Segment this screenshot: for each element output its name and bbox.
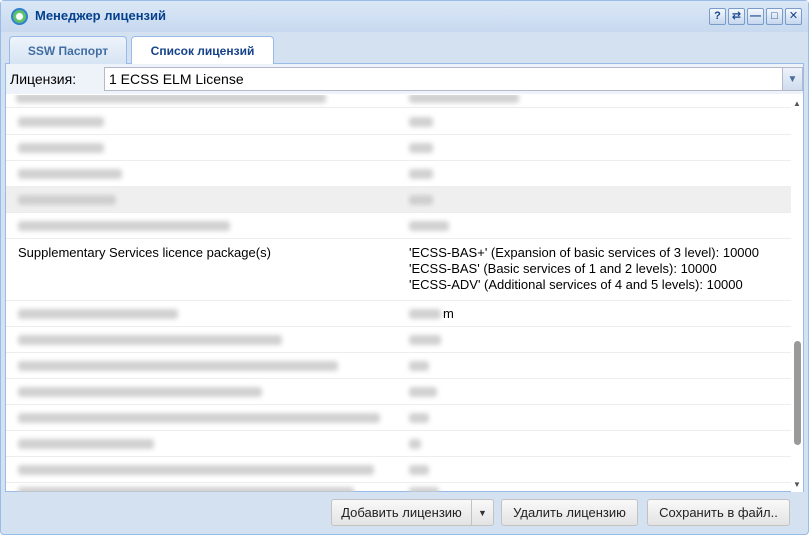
- close-icon[interactable]: ✕: [785, 8, 802, 25]
- scrollbar-thumb[interactable]: [794, 341, 801, 445]
- table-row[interactable]: [6, 109, 791, 135]
- table-row[interactable]: [6, 95, 791, 108]
- row-value-line: 'ECSS-BAS' (Basic services of 1 and 2 le…: [409, 261, 717, 276]
- table-row[interactable]: [6, 135, 791, 161]
- tab-license-list[interactable]: Список лицензий: [131, 36, 274, 65]
- window-tools: ? ⇄ — □ ✕: [709, 8, 802, 25]
- table-row[interactable]: [6, 405, 791, 431]
- add-license-label: Добавить лицензию: [341, 505, 462, 520]
- table-row[interactable]: [6, 379, 791, 405]
- window-title: Менеджер лицензий: [35, 8, 166, 23]
- chevron-down-icon[interactable]: ▼: [782, 68, 802, 90]
- table-row[interactable]: [6, 457, 791, 483]
- table-row-supplementary-services[interactable]: Supplementary Services licence package(s…: [6, 239, 791, 301]
- table-row[interactable]: [6, 353, 791, 379]
- table-row[interactable]: [6, 483, 791, 492]
- license-manager-window: Менеджер лицензий ? ⇄ — □ ✕ SSW Паспорт …: [0, 0, 809, 535]
- table-row[interactable]: [6, 161, 791, 187]
- delete-license-button[interactable]: Удалить лицензию: [501, 499, 638, 526]
- table-row[interactable]: [6, 327, 791, 353]
- tab-ssw-passport[interactable]: SSW Паспорт: [9, 36, 127, 64]
- grid-scrollbar[interactable]: ▲ ▼: [791, 95, 803, 492]
- tab-bar: SSW Паспорт Список лицензий: [5, 33, 804, 65]
- maximize-icon[interactable]: □: [766, 8, 783, 25]
- row-value-line: 'ECSS-BAS+' (Expansion of basic services…: [409, 245, 759, 260]
- license-list-panel: Лицензия: 1 ECSS ELM License ▼ Supplemen…: [5, 64, 804, 492]
- partial-value: m: [443, 306, 454, 321]
- footer-toolbar: Добавить лицензию ▼ Удалить лицензию Сох…: [1, 493, 808, 535]
- window-titlebar[interactable]: Менеджер лицензий ? ⇄ — □ ✕: [1, 1, 808, 32]
- dropdown-arrow-icon[interactable]: ▼: [471, 500, 493, 525]
- license-select[interactable]: 1 ECSS ELM License ▼: [104, 67, 803, 91]
- table-row[interactable]: [6, 187, 791, 213]
- minimize-icon[interactable]: —: [747, 8, 764, 25]
- app-icon: [11, 8, 28, 25]
- scroll-up-icon[interactable]: ▲: [793, 99, 801, 108]
- license-select-label: Лицензия:: [10, 71, 77, 87]
- help-icon[interactable]: ?: [709, 8, 726, 25]
- table-row[interactable]: [6, 213, 791, 239]
- license-select-value[interactable]: 1 ECSS ELM License: [109, 71, 244, 87]
- scroll-down-icon[interactable]: ▼: [793, 480, 801, 489]
- table-row[interactable]: m: [6, 301, 791, 327]
- license-grid: Supplementary Services licence package(s…: [6, 95, 791, 492]
- license-select-row: Лицензия: 1 ECSS ELM License ▼: [6, 64, 803, 94]
- add-license-button[interactable]: Добавить лицензию ▼: [331, 499, 494, 526]
- row-value-line: 'ECSS-ADV' (Additional services of 4 and…: [409, 277, 743, 292]
- refresh-icon[interactable]: ⇄: [728, 8, 745, 25]
- row-name: Supplementary Services licence package(s…: [18, 245, 271, 260]
- save-to-file-button[interactable]: Сохранить в файл..: [647, 499, 790, 526]
- table-row[interactable]: [6, 431, 791, 457]
